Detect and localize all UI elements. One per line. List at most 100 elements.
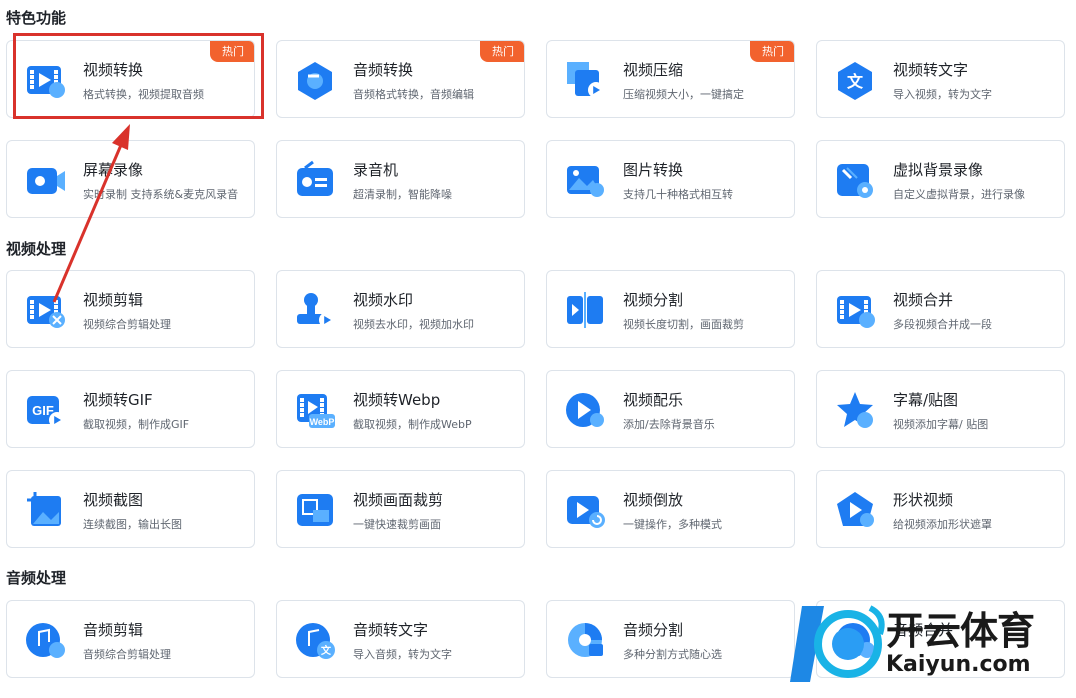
tool-card[interactable]: 音频分割多种分割方式随心选 xyxy=(546,600,795,678)
tool-card-title: 虚拟背景录像 xyxy=(893,161,984,179)
tool-card[interactable]: 文 视频转文字 导入视频，转为文字 xyxy=(816,40,1065,118)
tool-card[interactable]: WebP 视频转Webp 截取视频，制作成WebP xyxy=(276,370,525,448)
section-title-video: 视频处理 xyxy=(6,240,67,258)
tool-card-description: 超清录制，智能降噪 xyxy=(353,188,452,201)
tool-card-description: 视频添加字幕/ 贴图 xyxy=(893,418,989,431)
tool-card[interactable]: 屏幕录像实时录制 支持系统&麦克风录音 xyxy=(6,140,255,218)
video-to-gif-icon: GIF xyxy=(25,390,65,430)
tool-card-title: 图片转换 xyxy=(623,161,684,179)
tool-card[interactable]: 视频合并多段视频合并成一段 xyxy=(816,270,1065,348)
video-compress-icon xyxy=(565,60,605,100)
audio-convert-icon xyxy=(295,60,335,100)
watermark-site: Kaiyun.com xyxy=(886,652,1031,677)
section-title-audio: 音频处理 xyxy=(6,569,67,587)
tool-card-title: 视频剪辑 xyxy=(83,291,144,309)
tool-card[interactable]: 视频转换 格式转换，视频提取音频 热门 xyxy=(6,40,255,118)
video-to-text-icon: 文 xyxy=(835,60,875,100)
video-reverse-icon xyxy=(565,490,605,530)
tool-card-description: 实时录制 支持系统&麦克风录音 xyxy=(83,188,239,201)
tool-card-title: 视频转文字 xyxy=(893,61,969,79)
tool-card[interactable]: 视频截图连续截图，输出长图 xyxy=(6,470,255,548)
tool-card-description: 视频长度切割，画面裁剪 xyxy=(623,318,744,331)
tool-card[interactable]: 视频剪辑视频综合剪辑处理 xyxy=(6,270,255,348)
tool-card-title: 音频转换 xyxy=(353,61,414,79)
tool-card-title: 视频画面裁剪 xyxy=(353,491,444,509)
screen-record-icon xyxy=(25,160,65,200)
tool-card-title: 音频分割 xyxy=(623,621,684,639)
tool-card-description: 支持几十种格式相互转 xyxy=(623,188,733,201)
tool-card[interactable]: 视频水印视频去水印，视频加水印 xyxy=(276,270,525,348)
tool-card-title: 视频分割 xyxy=(623,291,684,309)
tool-card[interactable]: 视频画面裁剪一键快速裁剪画面 xyxy=(276,470,525,548)
tool-card-description: 连续截图，输出长图 xyxy=(83,518,182,531)
tool-card-title: 视频水印 xyxy=(353,291,414,309)
tool-card-title: 视频合并 xyxy=(893,291,954,309)
tool-card[interactable]: 视频分割视频长度切割，画面裁剪 xyxy=(546,270,795,348)
video-split-icon xyxy=(565,290,605,330)
tool-card[interactable]: 图片转换支持几十种格式相互转 xyxy=(546,140,795,218)
section-title-featured: 特色功能 xyxy=(6,9,67,27)
audio-to-text-icon: 文 xyxy=(295,620,335,660)
tool-card[interactable]: 音频转换音频格式转换，音频编辑 热门 xyxy=(276,40,525,118)
video-merge-icon xyxy=(835,290,875,330)
tool-card-description: 导入音频，转为文字 xyxy=(353,648,452,661)
tool-card-title: 录音机 xyxy=(353,161,399,179)
tool-card-description: 多段视频合并成一段 xyxy=(893,318,992,331)
tool-card-title: 音频转文字 xyxy=(353,621,429,639)
tool-card-title: 音频剪辑 xyxy=(83,621,144,639)
tool-card[interactable]: 字幕/贴图视频添加字幕/ 贴图 xyxy=(816,370,1065,448)
watermark-title: 开云体育 xyxy=(886,609,1035,653)
tool-card-title: 视频截图 xyxy=(83,491,144,509)
tool-card-title: 视频压缩 xyxy=(623,61,684,79)
hot-badge: 热门 xyxy=(210,41,254,62)
tool-card-title: 屏幕录像 xyxy=(83,161,144,179)
video-to-webp-icon: WebP xyxy=(295,390,335,430)
video-convert-icon xyxy=(25,60,65,100)
video-watermark-icon xyxy=(295,290,335,330)
tool-card[interactable]: 虚拟背景录像自定义虚拟背景，进行录像 xyxy=(816,140,1065,218)
tool-card[interactable]: 音频剪辑音频综合剪辑处理 xyxy=(6,600,255,678)
tool-card-description: 视频综合剪辑处理 xyxy=(83,318,171,331)
tool-card-description: 一键操作，多种模式 xyxy=(623,518,722,531)
tool-card-description: 自定义虚拟背景，进行录像 xyxy=(893,188,1025,201)
tool-card-description: 音频格式转换，音频编辑 xyxy=(353,88,474,101)
tool-card-description: 添加/去除背景音乐 xyxy=(623,418,715,431)
tool-card-description: 压缩视频大小，一键搞定 xyxy=(623,88,744,101)
tool-card-title: 字幕/贴图 xyxy=(893,391,959,409)
watermark: 开云体育 Kaiyun.com xyxy=(790,594,1076,694)
tool-card[interactable]: 形状视频 给视频添加形状遮罩 xyxy=(816,470,1065,548)
video-crop-icon xyxy=(295,490,335,530)
video-edit-icon xyxy=(25,290,65,330)
shape-video-icon xyxy=(835,490,875,530)
svg-text:文: 文 xyxy=(321,644,332,657)
tool-card[interactable]: 视频压缩压缩视频大小，一键搞定 热门 xyxy=(546,40,795,118)
hot-badge: 热门 xyxy=(750,41,794,62)
tool-card-description: 音频综合剪辑处理 xyxy=(83,648,171,661)
tool-card-description: 格式转换，视频提取音频 xyxy=(83,88,204,101)
audio-split-icon xyxy=(565,620,605,660)
watermark-logo-icon xyxy=(790,605,885,682)
svg-text:WebP: WebP xyxy=(310,417,335,427)
tool-card-description: 视频去水印，视频加水印 xyxy=(353,318,474,331)
tool-card[interactable]: 视频配乐添加/去除背景音乐 xyxy=(546,370,795,448)
virtual-bg-icon xyxy=(835,160,875,200)
tool-card-title: 视频配乐 xyxy=(623,391,684,409)
tool-card-description: 一键快速裁剪画面 xyxy=(353,518,441,531)
tool-card-description: 截取视频，制作成WebP xyxy=(353,418,472,431)
tool-card-title: 视频转Webp xyxy=(353,391,441,409)
tool-card-description: 截取视频，制作成GIF xyxy=(83,418,190,431)
hot-badge: 热门 xyxy=(480,41,524,62)
audio-edit-icon xyxy=(25,620,65,660)
tool-card[interactable]: 文 音频转文字导入音频，转为文字 xyxy=(276,600,525,678)
tool-card-description: 多种分割方式随心选 xyxy=(623,648,722,661)
subtitle-sticker-icon xyxy=(835,390,875,430)
image-convert-icon xyxy=(565,160,605,200)
tool-card[interactable]: 视频倒放一键操作，多种模式 xyxy=(546,470,795,548)
recorder-icon xyxy=(295,160,335,200)
tool-card-title: 视频倒放 xyxy=(623,491,684,509)
tool-card-description: 给视频添加形状遮罩 xyxy=(893,518,992,531)
tool-card[interactable]: 录音机超清录制，智能降噪 xyxy=(276,140,525,218)
tool-card[interactable]: GIF 视频转GIF 截取视频，制作成GIF xyxy=(6,370,255,448)
video-music-icon xyxy=(565,390,605,430)
svg-text:文: 文 xyxy=(847,72,864,91)
